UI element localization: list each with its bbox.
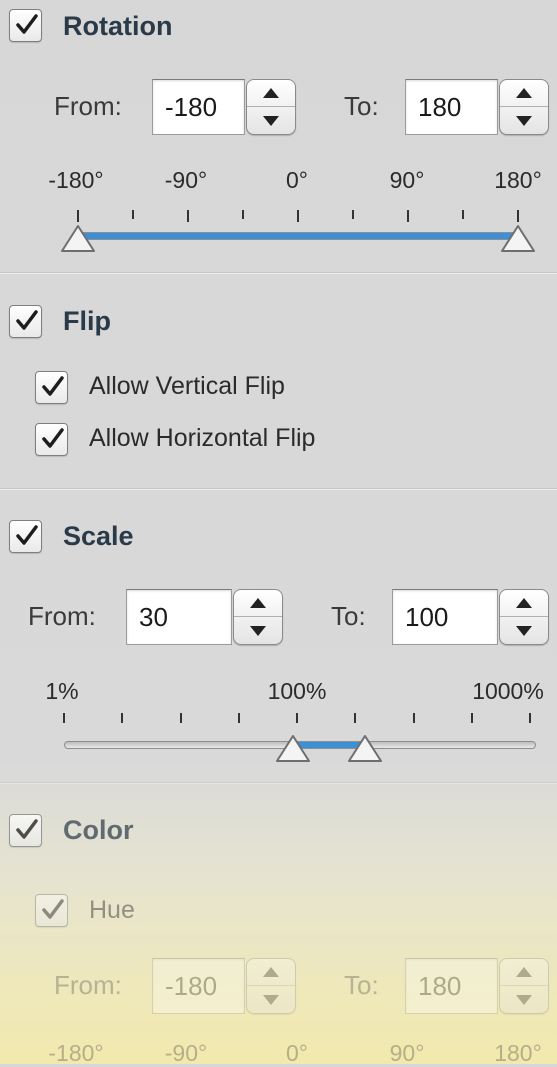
hue-from-stepper[interactable] xyxy=(246,958,296,1014)
hue-tick-label: -90° xyxy=(164,1040,208,1066)
hue-tick-label: 0° xyxy=(286,1040,308,1066)
hue-from-label: From: xyxy=(54,970,122,1000)
hue-to-input[interactable]: 180 xyxy=(405,958,498,1014)
hue-tick-label: -180° xyxy=(48,1040,104,1066)
hue-tick-label: 90° xyxy=(389,1040,425,1066)
stepper-up-icon[interactable] xyxy=(500,959,548,986)
hue-range-controls: From: -180 To: 180 -180° -90° 0° 90° 180… xyxy=(0,0,557,1066)
stepper-down-icon[interactable] xyxy=(500,986,548,1013)
hue-from-input[interactable]: -180 xyxy=(152,958,245,1014)
stepper-down-icon[interactable] xyxy=(247,986,295,1013)
hue-to-stepper[interactable] xyxy=(499,958,549,1014)
stepper-up-icon[interactable] xyxy=(247,959,295,986)
hue-to-label: To: xyxy=(344,970,379,1000)
hue-tick-label: 180° xyxy=(494,1040,542,1066)
